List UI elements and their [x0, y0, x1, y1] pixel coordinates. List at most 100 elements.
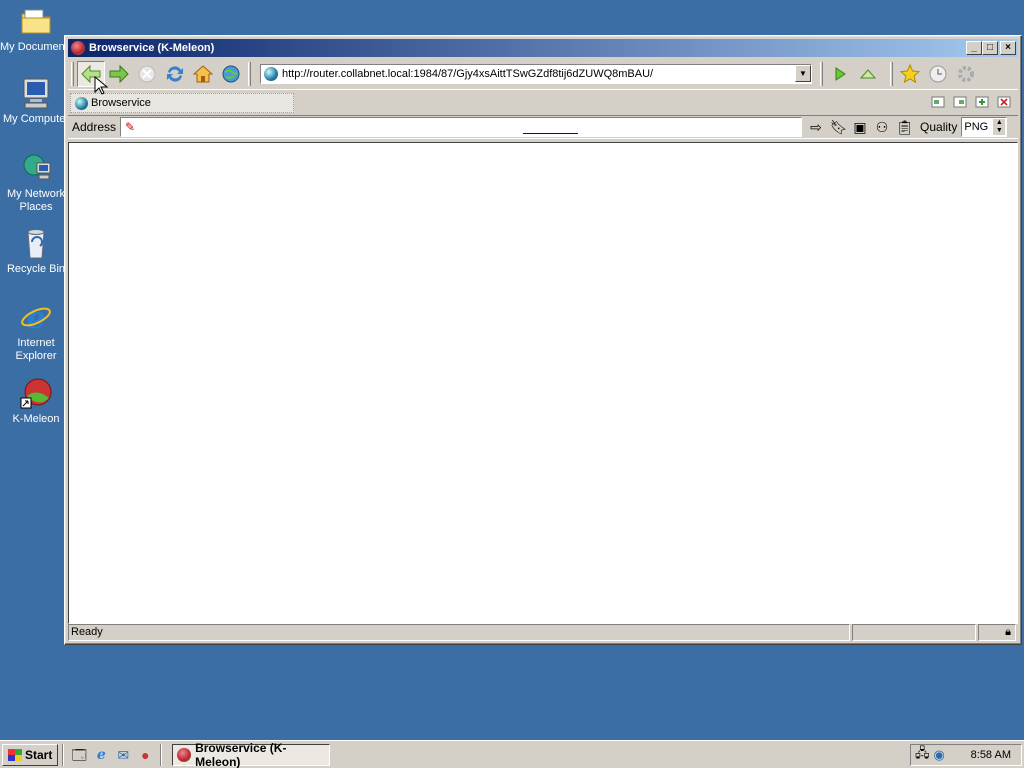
kmeleon-task-icon — [177, 747, 192, 762]
taskbar-separator — [160, 743, 163, 766]
show-desktop-icon[interactable]: 🗔︎ — [70, 746, 88, 764]
up-triangle-icon — [859, 68, 877, 78]
window-right-icon — [953, 96, 967, 108]
gear-icon — [958, 65, 974, 82]
title-bar[interactable]: Browservice (K-Meleon) _ □ × — [68, 39, 1018, 57]
network-icon — [19, 151, 53, 185]
network-tray-icon[interactable]: 🖧︎ — [915, 744, 930, 766]
quality-value: PNG — [964, 121, 989, 133]
browser-window: Browservice (K-Meleon) _ □ × http://rout… — [64, 35, 1022, 645]
system-tray: 🖧︎ ◉ 8:58 AM — [910, 743, 1022, 766]
close-button[interactable]: × — [1000, 41, 1016, 55]
settings-button[interactable] — [952, 61, 980, 87]
window-title: Browservice (K-Meleon) — [89, 42, 215, 54]
folder-icon — [19, 4, 53, 38]
toolbar-grip[interactable] — [890, 61, 893, 86]
task-label: Browservice (K-Meleon) — [195, 740, 287, 768]
globe-tray-icon[interactable]: ◉ — [934, 747, 945, 763]
address-toolbar: Address ✎ ⇨ 🔖︎ ▣ ⚇ 📋︎ Quality PNG ▲ ▼ — [68, 115, 1018, 139]
find-binoculars-icon[interactable]: ⚇ — [874, 119, 890, 136]
url-combobox[interactable]: http://router.collabnet.local:1984/87/Gj… — [260, 63, 812, 84]
go-globe-button[interactable] — [217, 61, 245, 87]
start-label: Start — [25, 747, 53, 762]
go-button[interactable] — [826, 61, 854, 87]
desktop-icon-label: My Documents — [0, 41, 72, 53]
go-arrow-icon[interactable]: ⇨ — [808, 119, 824, 136]
bookmark-icon[interactable]: 🔖︎ — [830, 119, 848, 136]
home-button[interactable] — [189, 61, 217, 87]
svg-text:e: e — [26, 301, 45, 334]
taskbar: Start 🗔︎ e ✉︎ ● Browservice (K-Meleon) 🖧… — [0, 740, 1024, 768]
clipboard-icon[interactable]: 📋︎ — [896, 119, 914, 136]
kmeleon-icon — [19, 376, 53, 410]
close-tab-button[interactable] — [996, 96, 1012, 110]
desktop-icon-label: Internet Explorer — [15, 337, 57, 362]
ie-icon: e — [19, 300, 53, 336]
history-button[interactable] — [924, 61, 952, 87]
clock[interactable]: 8:58 AM — [971, 749, 1021, 761]
url-text[interactable]: http://router.collabnet.local:1984/87/Gj… — [282, 68, 795, 80]
minimize-button[interactable]: _ — [966, 41, 982, 55]
desktop-icon-k-meleon[interactable]: K-Meleon — [0, 376, 72, 426]
globe-icon — [222, 65, 240, 82]
page-content-area[interactable] — [68, 142, 1018, 624]
desktop-icon-internet-explorer[interactable]: e Internet Explorer — [0, 300, 72, 363]
tab-prev-button[interactable] — [930, 96, 946, 110]
bookmarks-button[interactable] — [896, 61, 924, 87]
desktop-icon-recycle-bin[interactable]: Recycle Bin — [0, 226, 72, 276]
stop-icon — [138, 65, 156, 82]
home-icon — [192, 64, 214, 82]
tab-title: Browservice — [91, 97, 151, 109]
toolbar-grip[interactable] — [71, 61, 74, 86]
forward-arrow-icon — [109, 64, 129, 83]
stop-button[interactable] — [133, 61, 161, 87]
desktop-icon-label: My Network Places — [6, 188, 66, 213]
toolbar-grip[interactable] — [820, 61, 823, 86]
save-page-icon[interactable]: ▣ — [852, 119, 868, 136]
clock-icon — [929, 65, 947, 82]
close-tab-icon — [997, 96, 1011, 108]
quality-spinner[interactable]: PNG ▲ ▼ — [961, 117, 1008, 137]
address-label: Address — [72, 120, 117, 134]
mouse-cursor-icon — [94, 76, 108, 95]
maximize-button[interactable]: □ — [982, 41, 998, 55]
desktop-icon-my-documents[interactable]: My Documents — [0, 4, 72, 54]
tab-globe-icon — [75, 96, 88, 110]
desktop-icon-label: My Computer — [2, 113, 70, 125]
reload-icon — [167, 65, 183, 82]
quicklaunch-ie-icon[interactable]: e — [92, 746, 110, 764]
status-progress-pane — [852, 623, 976, 641]
recycle-bin-icon — [19, 226, 53, 260]
taskbar-window-button[interactable]: Browservice (K-Meleon) — [172, 740, 331, 768]
spinner-arrows-icon[interactable]: ▲ ▼ — [993, 119, 1006, 135]
toolbar-grip[interactable] — [248, 61, 251, 86]
quality-label: Quality — [920, 120, 958, 134]
taskbar-separator — [62, 743, 65, 766]
window-left-icon — [931, 96, 945, 108]
broken-image-icon: ✎ — [125, 120, 136, 134]
quicklaunch-kmeleon-icon[interactable]: ● — [136, 746, 154, 764]
quicklaunch-outlook-icon[interactable]: ✉︎ — [114, 746, 132, 764]
desktop-icon-label: K-Meleon — [12, 413, 60, 425]
status-bar: Ready 🔒︎ — [68, 623, 1018, 641]
star-icon — [899, 63, 921, 83]
url-dropdown-button[interactable]: ▼ — [795, 65, 811, 82]
tab-next-button[interactable] — [952, 96, 968, 110]
up-button[interactable] — [854, 61, 882, 87]
forward-button[interactable] — [105, 61, 133, 87]
address-link-underline — [523, 133, 579, 134]
desktop-icon-my-computer[interactable]: My Computer — [0, 76, 72, 126]
security-lock-icon: 🔒︎ — [978, 623, 1016, 641]
start-button[interactable]: Start — [2, 743, 59, 766]
kmeleon-app-icon[interactable] — [71, 41, 85, 55]
desktop-icon-my-network-places[interactable]: My Network Places — [0, 151, 72, 214]
page-globe-icon — [264, 66, 278, 81]
tab-browservice[interactable]: Browservice — [70, 93, 294, 113]
status-text: Ready — [68, 623, 850, 641]
plus-icon — [975, 96, 989, 108]
reload-button[interactable] — [161, 61, 189, 87]
desktop-icon-label: Recycle Bin — [6, 263, 66, 275]
new-tab-button[interactable] — [974, 96, 990, 110]
play-icon — [835, 66, 846, 81]
address-input[interactable]: ✎ — [120, 117, 803, 137]
